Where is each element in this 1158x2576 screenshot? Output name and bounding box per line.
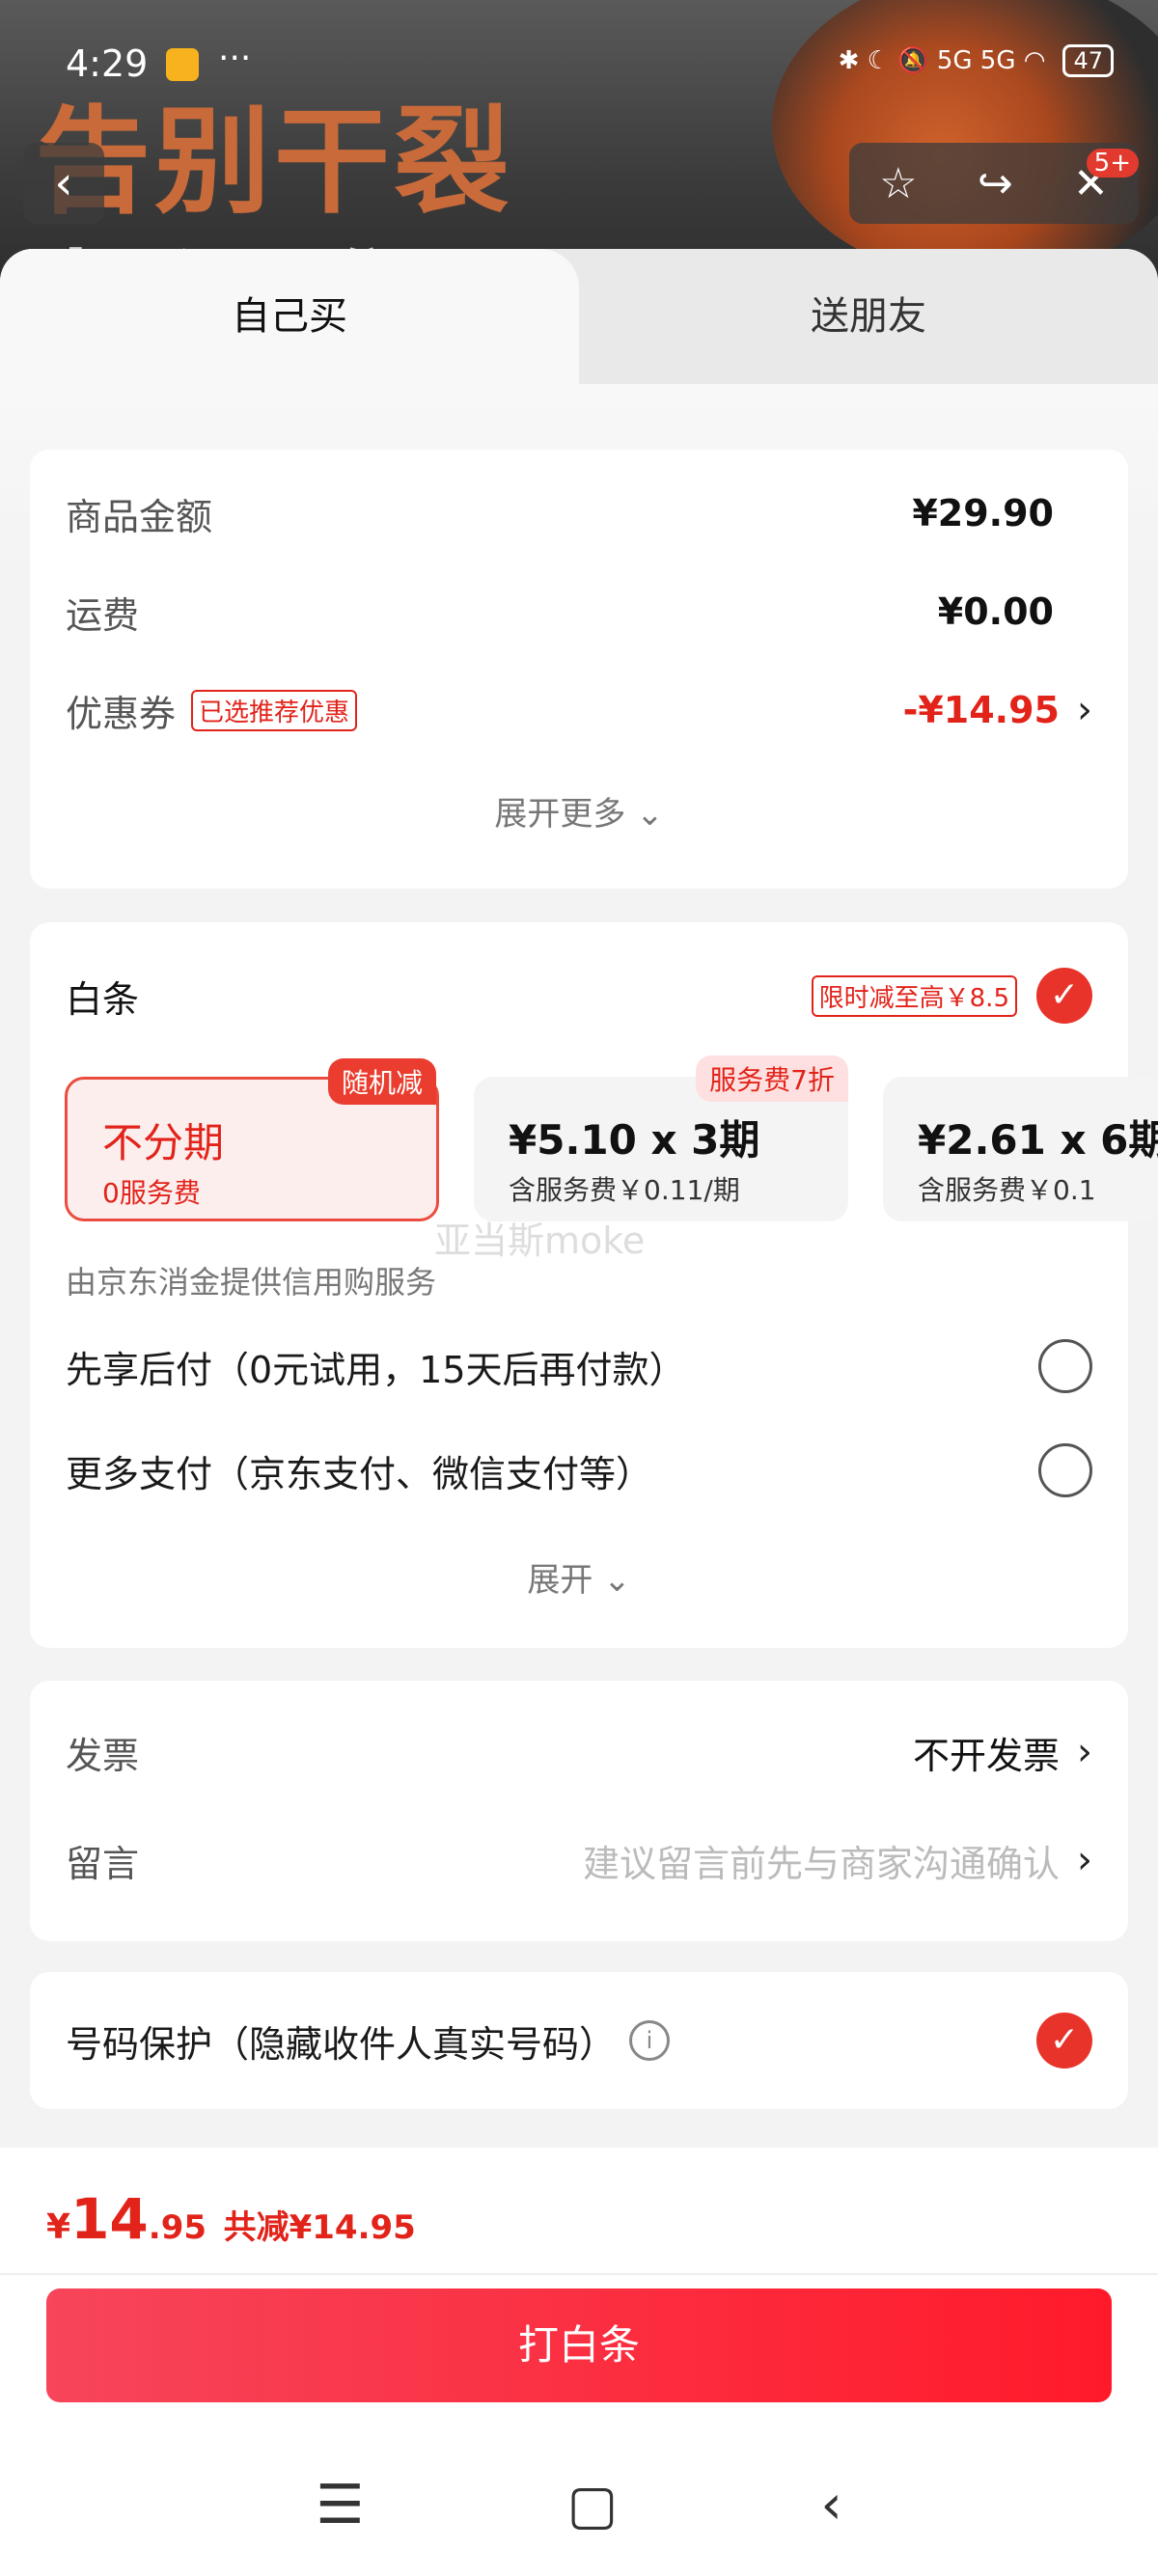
privacy-card: 号码保护（隐藏收件人真实号码） i ✓ <box>30 1972 1128 2109</box>
system-nav-bar: ☰ ▢ ‹ <box>0 2456 1158 2553</box>
status-time: 4:29 <box>66 42 149 85</box>
watermark: 亚当斯moke <box>434 1219 646 1262</box>
back-button[interactable]: ‹ <box>23 143 104 224</box>
baitiao-card: 白条 限时减至高￥8.5 ✓ 随机减 不分期 0服务费 服务费7折 ¥5.10 … <box>30 922 1158 1648</box>
back-icon[interactable]: ‹ <box>820 2474 841 2536</box>
expand-more-button[interactable]: 展开更多 ⌄ <box>30 787 1128 835</box>
message-label: 留言 <box>66 1842 140 1885</box>
divider <box>0 2273 1158 2275</box>
baitiao-title: 白条 <box>66 977 140 1021</box>
installment-option-none[interactable]: 随机减 不分期 0服务费 <box>65 1058 439 1221</box>
status-icons: ✱ ☾ 🔕 5G 5G ◠ 47 <box>839 44 1114 77</box>
amount-value: ¥29.90 <box>912 492 1054 534</box>
amount-row: 商品金额 ¥29.90 <box>66 484 1092 542</box>
fee-discount-badge: 服务费7折 <box>696 1055 848 1102</box>
message-row[interactable]: 留言 建议留言前先与商家沟通确认 › <box>66 1831 1092 1889</box>
message-input[interactable]: 建议留言前先与商家沟通确认 <box>583 1834 1060 1887</box>
tab-buy-self[interactable]: 自己买 <box>0 249 579 384</box>
privacy-row: 号码保护（隐藏收件人真实号码） i ✓ <box>66 2012 1092 2069</box>
coupon-value: -¥14.95 <box>902 689 1060 731</box>
share-icon[interactable]: ↪ <box>978 159 1013 208</box>
banner-text-1: 告别干裂 <box>35 96 513 230</box>
tab-gift-friend[interactable]: 送朋友 <box>579 249 1158 384</box>
installment-option-6[interactable]: ¥2.61 x 6期 含服务费￥0.1 <box>883 1077 1158 1221</box>
option-sub: 含服务费￥0.1 <box>918 1174 1096 1206</box>
purchase-tabs: 自己买 送朋友 <box>0 249 1158 384</box>
coupon-row[interactable]: 优惠券 已选推荐优惠 -¥14.95 › <box>66 681 1092 739</box>
info-icon[interactable]: i <box>629 2020 671 2061</box>
amount-label: 商品金额 <box>66 495 213 538</box>
pay-later-label: 先享后付（0元试用，15天后再付款） <box>66 1348 686 1391</box>
message-count-badge: 5+ <box>1086 149 1139 178</box>
privacy-label: 号码保护（隐藏收件人真实号码） <box>66 2022 617 2066</box>
random-discount-badge: 随机减 <box>327 1058 436 1105</box>
invoice-card: 发票 不开发票 › 留言 建议留言前先与商家沟通确认 › <box>30 1681 1128 1941</box>
pay-later-radio[interactable] <box>1038 1339 1092 1393</box>
option-sub: 含服务费￥0.11/期 <box>509 1174 740 1206</box>
coupon-label: 优惠券 <box>66 692 177 735</box>
invoice-row[interactable]: 发票 不开发票 › <box>66 1723 1092 1781</box>
chevron-right-icon: › <box>1077 1838 1092 1882</box>
total-discount: 共减¥14.95 <box>223 2208 416 2247</box>
shipping-value: ¥0.00 <box>937 590 1054 633</box>
battery-icon: 47 <box>1062 44 1114 77</box>
total-price: ¥14.95 共减¥14.95 <box>46 2186 416 2252</box>
favorite-icon[interactable]: ☆ <box>879 159 917 208</box>
option-main: 不分期 <box>102 1119 225 1166</box>
price-summary-card: 商品金额 ¥29.90 运费 ¥0.00 优惠券 已选推荐优惠 -¥14.95 … <box>30 450 1128 889</box>
chevron-right-icon: › <box>1077 688 1092 732</box>
privacy-checked-icon[interactable]: ✓ <box>1036 2013 1092 2069</box>
invoice-value: 不开发票 <box>912 1734 1060 1777</box>
status-more: ··· <box>218 39 252 78</box>
option-main: ¥2.61 x 6期 <box>918 1116 1158 1164</box>
chevron-right-icon: › <box>1077 1730 1092 1774</box>
menu-icon[interactable]: ☰ <box>316 2474 364 2536</box>
more-payment-label: 更多支付（京东支付、微信支付等） <box>66 1452 653 1495</box>
baitiao-header: 白条 限时减至高￥8.5 ✓ <box>66 967 1092 1025</box>
more-payment-radio[interactable] <box>1038 1443 1092 1497</box>
bottom-bar: ¥14.95 共减¥14.95 打白条 ☰ ▢ ‹ <box>0 2148 1158 2576</box>
currency-symbol: ¥ <box>46 2207 71 2247</box>
coupon-tag: 已选推荐优惠 <box>191 689 358 731</box>
baitiao-promo-tag: 限时减至高￥8.5 <box>811 974 1017 1017</box>
expand-payments-button[interactable]: 展开 ⌄ <box>30 1553 1128 1601</box>
baitiao-checked-icon[interactable]: ✓ <box>1036 968 1092 1024</box>
status-bar: 4:29 ··· ✱ ☾ 🔕 5G 5G ◠ 47 <box>0 0 1158 85</box>
option-main: ¥5.10 x 3期 <box>509 1116 760 1164</box>
signal-icons: ✱ ☾ 🔕 5G 5G ◠ <box>838 46 1046 75</box>
installment-option-3[interactable]: 服务费7折 ¥5.10 x 3期 含服务费￥0.11/期 <box>474 1055 848 1221</box>
price-integer: 14 <box>70 2186 149 2252</box>
notification-icon <box>166 48 199 81</box>
option-sub: 0服务费 <box>102 1177 201 1209</box>
sheet-body: 商品金额 ¥29.90 运费 ¥0.00 优惠券 已选推荐优惠 -¥14.95 … <box>0 384 1158 2314</box>
provider-note: 由京东消金提供信用购服务 <box>66 1264 437 1301</box>
price-decimal: .95 <box>148 2208 207 2247</box>
home-icon[interactable]: ▢ <box>566 2474 618 2536</box>
shipping-label: 运费 <box>66 593 140 637</box>
shipping-row: 运费 ¥0.00 <box>66 583 1092 641</box>
more-payment-row[interactable]: 更多支付（京东支付、微信支付等） <box>66 1441 1092 1499</box>
invoice-label: 发票 <box>66 1734 140 1777</box>
pay-later-row[interactable]: 先享后付（0元试用，15天后再付款） <box>66 1337 1092 1395</box>
pay-baitiao-button[interactable]: 打白条 <box>46 2288 1112 2402</box>
